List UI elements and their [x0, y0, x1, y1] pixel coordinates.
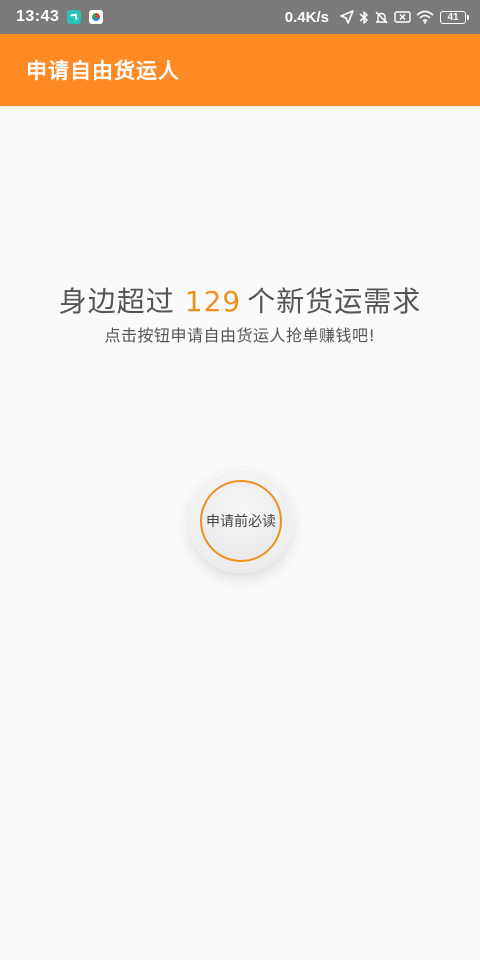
apply-hint-text: 点击按钮申请自由货运人抢单赚钱吧!: [104, 326, 376, 345]
no-sim-icon: [394, 10, 411, 24]
headline-prefix: 身边超过: [58, 285, 175, 318]
app-bar: 申请自由货运人: [0, 34, 480, 106]
status-bar-left: 13:43: [16, 8, 104, 26]
battery-level: 41: [447, 11, 459, 23]
location-arrow-icon: [340, 10, 354, 24]
app-notification-icon-2: [89, 10, 104, 24]
wifi-icon: [416, 10, 434, 24]
bluetooth-icon: [359, 10, 369, 25]
status-bar-right: 0.4K/s 41: [284, 8, 469, 26]
read-before-apply-label: 申请前必读: [200, 480, 282, 562]
mute-bell-icon: [374, 10, 389, 25]
page-title: 申请自由货运人: [26, 59, 180, 83]
status-time: 13:43: [16, 8, 60, 25]
battery-icon: 41: [440, 10, 469, 24]
demand-headline: 身边超过 129 个新货运需求: [0, 280, 480, 320]
status-bar: 13:43 0.4K/s 41: [0, 0, 480, 34]
demand-count: 129: [184, 285, 242, 318]
network-speed: 0.4K/s: [284, 8, 329, 26]
app-notification-icon: [67, 10, 82, 24]
read-before-apply-button[interactable]: 申请前必读: [189, 469, 293, 573]
headline-suffix: 个新货运需求: [247, 285, 422, 318]
